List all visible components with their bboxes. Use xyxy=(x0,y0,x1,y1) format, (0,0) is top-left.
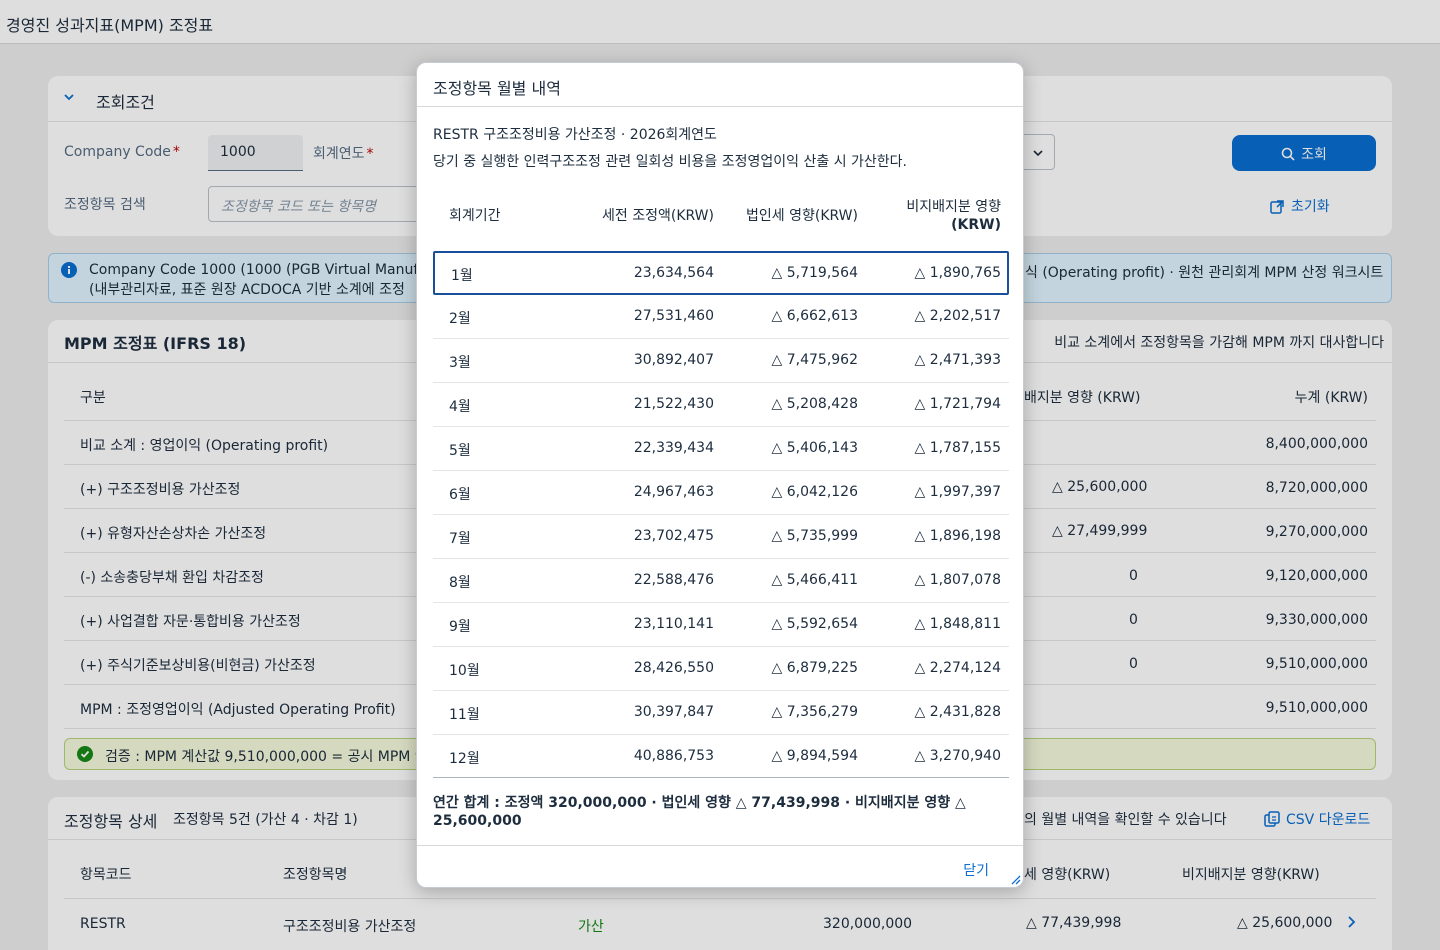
table-row[interactable]: 10월 28,426,550 △ 6,879,225 △ 2,274,124 xyxy=(433,647,1009,691)
cell-tax: △ 5,719,564 xyxy=(771,265,858,281)
cell-tax: △ 6,662,613 xyxy=(771,308,858,324)
table-row[interactable]: 9월 23,110,141 △ 5,592,654 △ 1,848,811 xyxy=(433,603,1009,647)
cell-period: 10월 xyxy=(449,663,480,679)
cell-period: 11월 xyxy=(449,707,480,723)
cell-period: 1월 xyxy=(451,268,473,284)
cell-nci: △ 2,202,517 xyxy=(914,308,1001,324)
cell-nci: △ 3,270,940 xyxy=(914,748,1001,764)
cell-tax: △ 5,406,143 xyxy=(771,440,858,456)
table-row[interactable]: 11월 30,397,847 △ 7,356,279 △ 2,431,828 xyxy=(433,691,1009,735)
cell-tax: △ 5,592,654 xyxy=(771,616,858,632)
table-row[interactable]: 8월 22,588,476 △ 5,466,411 △ 1,807,078 xyxy=(433,559,1009,603)
cell-pretax: 24,967,463 xyxy=(633,484,714,500)
dialog-title: 조정항목 월별 내역 xyxy=(433,79,561,98)
cell-period: 8월 xyxy=(449,575,471,591)
cell-period: 5월 xyxy=(449,443,471,459)
cell-nci: △ 1,896,198 xyxy=(914,528,1001,544)
col-header-period: 회계기간 xyxy=(449,208,501,224)
cell-pretax: 28,426,550 xyxy=(633,660,714,676)
cell-period: 7월 xyxy=(449,531,471,547)
cell-tax: △ 5,735,999 xyxy=(771,528,858,544)
table-row[interactable]: 4월 21,522,430 △ 5,208,428 △ 1,721,794 xyxy=(433,383,1009,427)
cell-period: 9월 xyxy=(449,619,471,635)
table-row[interactable]: 3월 30,892,407 △ 7,475,962 △ 2,471,393 xyxy=(433,339,1009,383)
cell-pretax: 30,397,847 xyxy=(633,704,714,720)
resize-handle-icon[interactable] xyxy=(1009,873,1021,885)
table-row[interactable]: 5월 22,339,434 △ 5,406,143 △ 1,787,155 xyxy=(433,427,1009,471)
cell-nci: △ 1,848,811 xyxy=(914,616,1001,632)
dialog-subtitle: RESTR 구조조정비용 가산조정 · 2026회계연도 xyxy=(433,127,717,143)
table-row[interactable]: 7월 23,702,475 △ 5,735,999 △ 1,896,198 xyxy=(433,515,1009,559)
cell-pretax: 22,588,476 xyxy=(633,572,714,588)
cell-nci: △ 2,431,828 xyxy=(914,704,1001,720)
cell-pretax: 40,886,753 xyxy=(633,748,714,764)
dialog-description: 당기 중 실행한 인력구조조정 관련 일회성 비용을 조정영업이익 산출 시 가… xyxy=(433,154,907,170)
close-button[interactable]: 닫기 xyxy=(963,860,989,880)
cell-pretax: 21,522,430 xyxy=(633,396,714,412)
cell-tax: △ 9,894,594 xyxy=(771,748,858,764)
cell-nci: △ 1,721,794 xyxy=(914,396,1001,412)
col-header-tax: 법인세 영향(KRW) xyxy=(746,208,858,224)
cell-tax: △ 6,879,225 xyxy=(771,660,858,676)
cell-period: 3월 xyxy=(449,355,471,371)
table-row[interactable]: 1월 23,634,564 △ 5,719,564 △ 1,890,765 xyxy=(433,251,1009,295)
table-header: 회계기간 세전 조정액(KRW) 법인세 영향(KRW) 비지배지분 영향 (KR… xyxy=(433,185,1009,249)
cell-pretax: 30,892,407 xyxy=(633,352,714,368)
cell-nci: △ 1,807,078 xyxy=(914,572,1001,588)
cell-pretax: 22,339,434 xyxy=(633,440,714,456)
col-header-pretax: 세전 조정액(KRW) xyxy=(602,208,714,224)
table-row[interactable]: 6월 24,967,463 △ 6,042,126 △ 1,997,397 xyxy=(433,471,1009,515)
cell-pretax: 23,634,564 xyxy=(633,265,714,281)
cell-nci: △ 1,997,397 xyxy=(914,484,1001,500)
cell-nci: △ 1,787,155 xyxy=(914,440,1001,456)
cell-nci: △ 2,274,124 xyxy=(914,660,1001,676)
cell-period: 6월 xyxy=(449,487,471,503)
annual-summary: 연간 합계 : 조정액 320,000,000 · 법인세 영향 △ 77,43… xyxy=(433,777,1009,830)
cell-pretax: 23,702,475 xyxy=(633,528,714,544)
table-row[interactable]: 12월 40,886,753 △ 9,894,594 △ 3,270,940 xyxy=(433,735,1009,779)
dialog-header: 조정항목 월별 내역 xyxy=(417,63,1023,107)
dialog-footer: 닫기 xyxy=(417,845,1023,887)
table-row[interactable]: 2월 27,531,460 △ 6,662,613 △ 2,202,517 xyxy=(433,295,1009,339)
cell-period: 2월 xyxy=(449,311,471,327)
cell-tax: △ 6,042,126 xyxy=(771,484,858,500)
cell-nci: △ 1,890,765 xyxy=(914,265,1001,281)
cell-tax: △ 7,475,962 xyxy=(771,352,858,368)
cell-tax: △ 7,356,279 xyxy=(771,704,858,720)
cell-pretax: 23,110,141 xyxy=(633,616,714,632)
cell-period: 4월 xyxy=(449,399,471,415)
col-header-nci: 비지배지분 영향(KRW) xyxy=(906,199,1001,233)
cell-period: 12월 xyxy=(449,751,480,767)
cell-nci: △ 2,471,393 xyxy=(914,352,1001,368)
cell-pretax: 27,531,460 xyxy=(633,308,714,324)
monthly-detail-dialog: 조정항목 월별 내역 RESTR 구조조정비용 가산조정 · 2026회계연도 … xyxy=(416,62,1024,888)
cell-tax: △ 5,208,428 xyxy=(771,396,858,412)
cell-tax: △ 5,466,411 xyxy=(771,572,858,588)
